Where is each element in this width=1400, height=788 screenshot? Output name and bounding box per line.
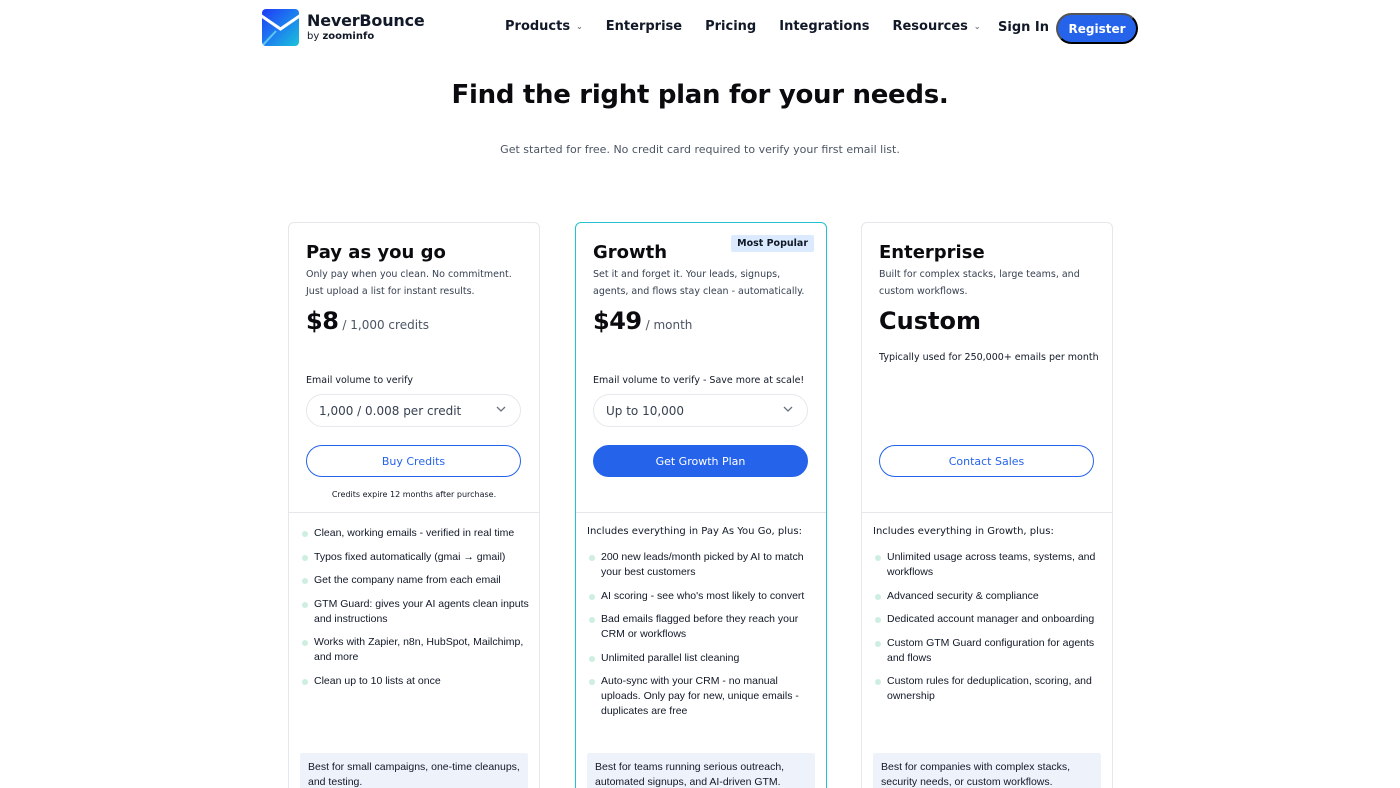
feature-item: Unlimited parallel list cleaning bbox=[587, 651, 819, 666]
feature-item: Clean, working emails - verified in real… bbox=[300, 526, 532, 541]
plan-name: Growth bbox=[593, 242, 668, 263]
feature-item: Get the company name from each email bbox=[300, 573, 532, 588]
brand-logo[interactable]: NeverBounce by zoominfo bbox=[262, 9, 425, 46]
nav-item-products[interactable]: Products ⌄ bbox=[505, 19, 583, 34]
chevron-down-icon: ⌄ bbox=[973, 22, 981, 31]
feature-list: 200 new leads/month picked by AI to matc… bbox=[587, 550, 819, 728]
check-dot-icon bbox=[589, 617, 595, 623]
nav-item-resources[interactable]: Resources ⌄ bbox=[892, 19, 980, 34]
chevron-down-icon bbox=[496, 406, 506, 412]
plan-name: Pay as you go bbox=[306, 242, 446, 263]
plan-price: $8 / 1,000 credits bbox=[306, 307, 429, 335]
check-dot-icon bbox=[875, 555, 881, 561]
check-dot-icon bbox=[302, 578, 308, 584]
price-custom: Custom bbox=[879, 307, 981, 335]
volume-select[interactable]: Up to 10,000 bbox=[593, 394, 808, 427]
check-dot-icon bbox=[875, 617, 881, 623]
check-dot-icon bbox=[875, 593, 881, 600]
best-for-box: Best for companies with complex stacks, … bbox=[873, 753, 1101, 788]
feature-item: Unlimited usage across teams, systems, a… bbox=[873, 550, 1105, 580]
plan-description: Only pay when you clean. No commitment. … bbox=[306, 269, 512, 297]
price-amount: $49 bbox=[593, 307, 642, 335]
best-for-box: Best for small campaigns, one-time clean… bbox=[300, 753, 528, 788]
feature-item: Works with Zapier, n8n, HubSpot, Mailchi… bbox=[300, 635, 532, 665]
nav-item-enterprise[interactable]: Enterprise bbox=[606, 19, 682, 34]
feature-item: Auto-sync with your CRM - no manual uplo… bbox=[587, 674, 819, 719]
feature-list: Unlimited usage across teams, systems, a… bbox=[873, 550, 1105, 713]
feature-list: Clean, working emails - verified in real… bbox=[300, 526, 532, 697]
chevron-down-icon: ⌄ bbox=[576, 22, 583, 31]
feature-item: Dedicated account manager and onboarding bbox=[873, 612, 1105, 627]
volume-label: Email volume to verify - Save more at sc… bbox=[593, 375, 805, 386]
check-dot-icon bbox=[589, 593, 595, 600]
volume-label: Email volume to verify bbox=[306, 375, 413, 386]
credits-expiry-note: Credits expire 12 months after purchase. bbox=[331, 490, 497, 499]
chevron-down-icon bbox=[783, 406, 793, 412]
nav-item-pricing[interactable]: Pricing bbox=[705, 19, 756, 34]
check-dot-icon bbox=[875, 640, 881, 647]
plan-card-growth: Most Popular Growth Set it and forget it… bbox=[575, 222, 827, 788]
check-dot-icon bbox=[302, 531, 308, 537]
check-dot-icon bbox=[589, 679, 595, 685]
feature-item: GTM Guard: gives your AI agents clean in… bbox=[300, 597, 532, 627]
get-growth-plan-button[interactable]: Get Growth Plan bbox=[593, 445, 808, 477]
best-for-box: Best for teams running serious outreach,… bbox=[587, 753, 815, 788]
usage-note: Typically used for 250,000+ emails per m… bbox=[879, 352, 1099, 363]
plan-card-pay-as-you-go: Pay as you go Only pay when you clean. N… bbox=[288, 222, 540, 788]
features-intro: Includes everything in Growth, plus: bbox=[873, 526, 1054, 537]
feature-item: Custom rules for deduplication, scoring,… bbox=[873, 674, 1105, 704]
feature-item: Clean up to 10 lists at once bbox=[300, 674, 532, 689]
sign-in-link[interactable]: Sign In bbox=[998, 20, 1049, 35]
price-unit: / month bbox=[645, 318, 693, 332]
envelope-logo-icon bbox=[262, 9, 299, 46]
plan-description: Set it and forget it. Your leads, signup… bbox=[593, 269, 805, 297]
brand-by: by bbox=[307, 31, 320, 42]
nav-item-integrations[interactable]: Integrations bbox=[779, 19, 869, 34]
check-dot-icon bbox=[875, 679, 881, 685]
price-amount: $8 bbox=[306, 307, 339, 335]
plan-price: $49 / month bbox=[593, 307, 692, 335]
volume-select-value: Up to 10,000 bbox=[606, 403, 685, 418]
volume-select-value: 1,000 / 0.008 per credit bbox=[319, 403, 462, 418]
check-dot-icon bbox=[302, 554, 308, 561]
feature-item: Advanced security & compliance bbox=[873, 589, 1105, 604]
site-header: NeverBounce by zoominfo Products ⌄ Enterp… bbox=[0, 0, 1400, 56]
check-dot-icon bbox=[302, 678, 308, 685]
price-unit: / 1,000 credits bbox=[342, 318, 429, 332]
feature-item: 200 new leads/month picked by AI to matc… bbox=[587, 550, 819, 580]
brand-name: NeverBounce bbox=[307, 11, 425, 30]
buy-credits-button[interactable]: Buy Credits bbox=[306, 445, 521, 477]
feature-item: Bad emails flagged before they reach you… bbox=[587, 612, 819, 642]
plan-description: Built for complex stacks, large teams, a… bbox=[879, 269, 1080, 297]
check-dot-icon bbox=[302, 601, 308, 608]
check-dot-icon bbox=[302, 640, 308, 646]
features-intro: Includes everything in Pay As You Go, pl… bbox=[587, 526, 802, 537]
brand-parent: zoominfo bbox=[322, 31, 375, 42]
page-subtitle: Get started for free. No credit card req… bbox=[500, 143, 900, 156]
plan-card-enterprise: Enterprise Built for complex stacks, lar… bbox=[861, 222, 1113, 788]
feature-item: Typos fixed automatically (gmai → gmail) bbox=[300, 550, 532, 565]
contact-sales-button[interactable]: Contact Sales bbox=[879, 445, 1094, 477]
plan-name: Enterprise bbox=[879, 242, 985, 263]
check-dot-icon bbox=[589, 555, 595, 561]
main-nav: Products ⌄ Enterprise Pricing Integration… bbox=[505, 19, 1004, 34]
volume-select[interactable]: 1,000 / 0.008 per credit bbox=[306, 394, 521, 427]
most-popular-badge: Most Popular bbox=[731, 235, 814, 252]
page-title: Find the right plan for your needs. bbox=[451, 80, 949, 110]
feature-item: AI scoring - see who's most likely to co… bbox=[587, 589, 819, 604]
feature-item: Custom GTM Guard configuration for agent… bbox=[873, 636, 1105, 666]
check-dot-icon bbox=[589, 655, 595, 662]
register-button[interactable]: Register bbox=[1056, 13, 1138, 44]
